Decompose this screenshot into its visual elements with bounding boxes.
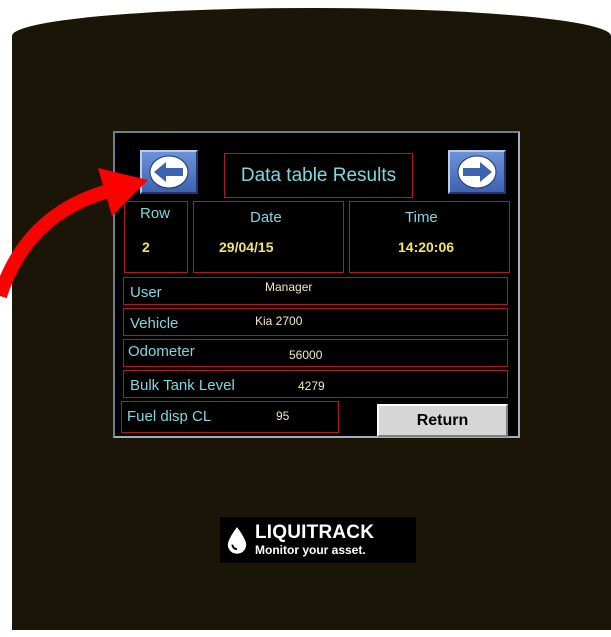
user-value: Manager <box>265 280 313 294</box>
time-label: Time <box>405 209 438 226</box>
fuel-label: Fuel disp CL <box>127 408 212 425</box>
bulk-tank-value: 4279 <box>298 379 325 393</box>
date-value: 29/04/15 <box>219 239 274 255</box>
fuel-dispensed-box: Fuel disp CL 95 <box>121 401 339 433</box>
arrow-right-icon <box>457 155 497 189</box>
liquitrack-logo: LIQUITRACK Monitor your asset. <box>220 517 416 563</box>
logo-tagline: Monitor your asset. <box>255 543 366 557</box>
hmi-screen: Data table Results Row 2 Date 29/04/15 T… <box>113 131 520 438</box>
vehicle-value: Kia 2700 <box>255 314 303 328</box>
return-button[interactable]: Return <box>377 404 508 437</box>
bulk-tank-label: Bulk Tank Level <box>130 377 235 394</box>
next-record-button[interactable] <box>448 150 506 194</box>
date-label: Date <box>250 209 282 226</box>
field-row-bulk-tank: Bulk Tank Level 4279 <box>123 370 508 398</box>
field-row-user: User Manager <box>123 277 508 305</box>
date-box: Date 29/04/15 <box>193 201 344 273</box>
page-title: Data table Results <box>224 153 413 198</box>
vehicle-label: Vehicle <box>130 315 179 332</box>
droplet-icon <box>227 527 247 554</box>
logo-brand: LIQUITRACK <box>255 522 375 543</box>
curved-red-arrow-icon <box>0 168 148 299</box>
time-box: Time 14:20:06 <box>349 201 510 273</box>
time-value: 14:20:06 <box>398 239 455 255</box>
odometer-value: 56000 <box>289 348 323 362</box>
fuel-value: 95 <box>276 409 290 423</box>
field-row-odometer: Odometer 56000 <box>123 339 508 367</box>
field-row-vehicle: Vehicle Kia 2700 <box>123 308 508 336</box>
odometer-label: Odometer <box>128 343 195 360</box>
